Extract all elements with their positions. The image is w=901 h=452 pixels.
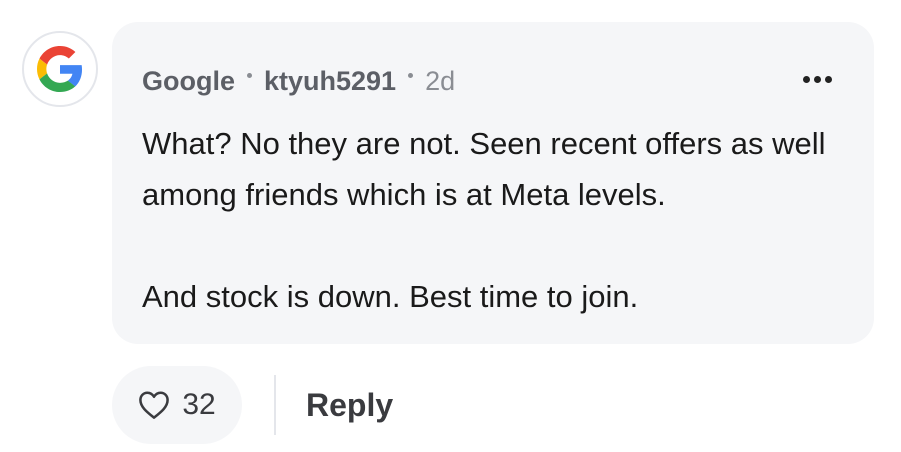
timestamp: 2d bbox=[425, 66, 456, 96]
reply-button[interactable]: Reply bbox=[306, 387, 393, 424]
separator-dot bbox=[408, 73, 414, 78]
like-button[interactable]: 32 bbox=[112, 366, 242, 444]
company-name[interactable]: Google bbox=[142, 66, 235, 97]
comment-actions: 32 Reply bbox=[112, 366, 393, 444]
comment-paragraph: What? No they are not. Seen recent offer… bbox=[142, 126, 826, 212]
action-divider bbox=[274, 375, 276, 435]
comment-bubble: Google ktyuh5291 2d What? No they are no… bbox=[112, 22, 874, 344]
comment-meta: Google ktyuh5291 2d bbox=[142, 66, 455, 97]
comment-card: Google ktyuh5291 2d What? No they are no… bbox=[0, 0, 901, 452]
google-logo-icon bbox=[37, 46, 83, 92]
heart-outline-icon bbox=[139, 391, 170, 419]
comment-paragraph: And stock is down. Best time to join. bbox=[142, 279, 639, 314]
company-avatar[interactable] bbox=[22, 31, 98, 107]
like-count: 32 bbox=[182, 388, 216, 421]
separator-dot bbox=[247, 73, 252, 78]
username[interactable]: ktyuh5291 bbox=[264, 66, 396, 97]
comment-body: What? No they are not. Seen recent offer… bbox=[142, 118, 852, 322]
more-options-icon[interactable] bbox=[803, 76, 832, 83]
